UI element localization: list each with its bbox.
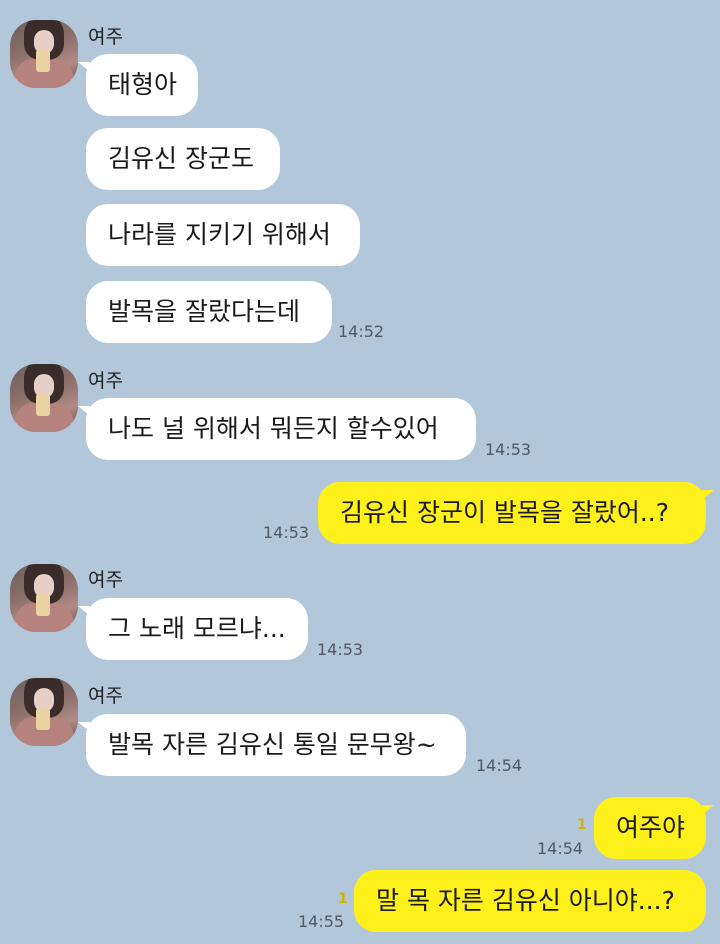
message-time: 14:53	[485, 440, 532, 459]
sender-avatar[interactable]	[10, 678, 78, 746]
message-bubble-incoming[interactable]: 태형아	[78, 54, 198, 116]
message-text: 김유신 장군도	[108, 144, 254, 173]
message-time: 14:53	[317, 640, 364, 659]
message-bubble-incoming[interactable]: 발목 자른 김유신 통일 문무왕~	[78, 714, 466, 776]
message-time: 14:54	[476, 756, 523, 775]
unread-count: 1	[338, 891, 348, 907]
message-bubble-incoming[interactable]: 나라를 지키기 위해서	[86, 204, 360, 266]
message-time: 14:52	[338, 322, 385, 341]
message-text: 김유신 장군이 발목을 잘랐어..?	[340, 498, 670, 527]
sender-name: 여주	[88, 569, 123, 591]
message-text: 나라를 지키기 위해서	[108, 220, 331, 249]
message-bubble-incoming[interactable]: 그 노래 모르냐...	[78, 598, 308, 660]
message-time: 14:54	[537, 839, 584, 858]
unread-count: 1	[577, 817, 587, 833]
sender-avatar[interactable]	[10, 20, 78, 88]
message-text: 나도 널 위해서 뭐든지 할수있어	[108, 414, 439, 443]
sender-name: 여주	[88, 26, 123, 48]
message-bubble-outgoing[interactable]: 여주야	[594, 797, 714, 859]
message-text: 발목 자른 김유신 통일 문무왕~	[108, 730, 437, 759]
sender-avatar[interactable]	[10, 564, 78, 632]
message-text: 태형아	[108, 70, 178, 99]
message-bubble-incoming[interactable]: 나도 널 위해서 뭐든지 할수있어	[78, 398, 476, 460]
message-time: 14:55	[298, 912, 345, 931]
message-bubble-outgoing[interactable]: 김유신 장군이 발목을 잘랐어..?	[318, 482, 714, 544]
message-bubble-incoming[interactable]: 발목을 잘랐다는데	[86, 281, 332, 343]
message-bubble-outgoing[interactable]: 말 목 자른 김유신 아니야...?	[354, 870, 706, 932]
sender-name: 여주	[88, 685, 123, 707]
sender-avatar[interactable]	[10, 364, 78, 432]
message-time: 14:53	[263, 523, 310, 542]
message-text: 그 노래 모르냐...	[108, 614, 286, 643]
message-text: 발목을 잘랐다는데	[108, 297, 300, 326]
message-text: 말 목 자른 김유신 아니야...?	[376, 886, 675, 915]
sender-name: 여주	[88, 370, 123, 392]
message-bubble-incoming[interactable]: 김유신 장군도	[86, 128, 280, 190]
message-text: 여주야	[616, 813, 686, 842]
